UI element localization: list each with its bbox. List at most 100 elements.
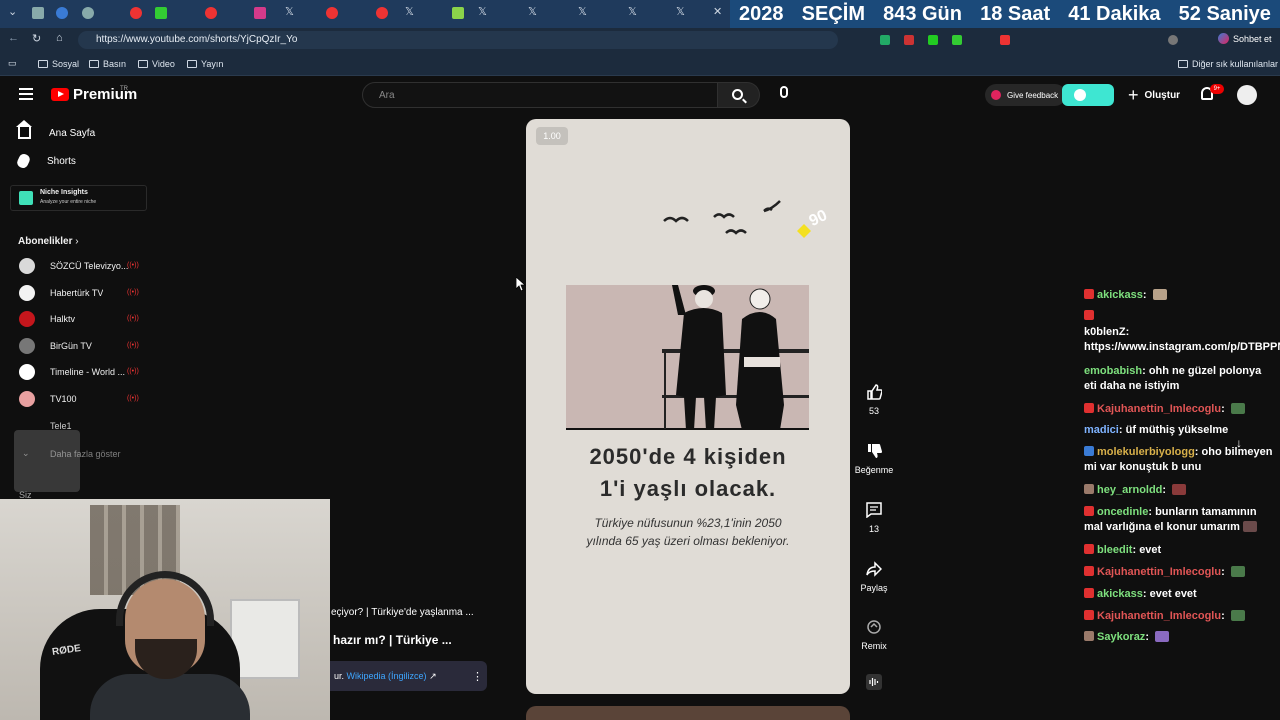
playback-speed-badge[interactable]: 1.00 xyxy=(536,127,568,145)
search-button[interactable] xyxy=(718,82,760,108)
wikipedia-link[interactable]: Wikipedia (İngilizce) xyxy=(347,671,427,681)
back-icon[interactable]: ← xyxy=(8,32,19,44)
give-feedback-button[interactable]: Give feedback xyxy=(985,84,1067,106)
niche-insights-widget[interactable]: Niche Insights Analyze your entire niche xyxy=(10,185,147,211)
bookmark-yayin[interactable]: Yayın xyxy=(187,59,223,69)
x-tab-icon[interactable]: 𝕏 xyxy=(528,5,537,18)
create-label: Oluştur xyxy=(1144,89,1181,101)
sidebar-channel[interactable]: BirGün TV ((•)) xyxy=(19,338,149,356)
extension-icon[interactable] xyxy=(952,35,962,45)
remix-button[interactable]: Remix xyxy=(852,619,896,651)
webcam-overlay: RØDE xyxy=(0,499,330,720)
more-options-icon[interactable]: ⋮ xyxy=(472,670,483,683)
extension-toggle[interactable] xyxy=(1062,84,1114,106)
tab-icon[interactable] xyxy=(155,7,167,19)
chat-message: oncedinle: bunların tamamının mal varlığ… xyxy=(1084,505,1276,535)
extension-icon[interactable] xyxy=(928,35,938,45)
tab-icon[interactable] xyxy=(452,7,464,19)
chat-separator: : xyxy=(1118,424,1126,436)
chat-username[interactable]: Saykoraz xyxy=(1097,631,1145,643)
sidebar-item-home[interactable]: Ana Sayfa xyxy=(16,120,95,139)
chat-username[interactable]: hey_arnoldd xyxy=(1097,484,1162,496)
other-bookmarks[interactable]: Diğer sık kullanılanlar xyxy=(1178,59,1278,69)
tab-icon[interactable] xyxy=(205,7,217,19)
sidebar-item-shorts[interactable]: Shorts xyxy=(15,152,76,170)
bookmark-basin[interactable]: Basın xyxy=(89,59,126,69)
dislike-button[interactable]: Beğenme xyxy=(852,443,896,475)
wikipedia-info-panel[interactable]: ur. Wikipedia (İngilizce) ↗ xyxy=(330,661,487,691)
channel-avatar xyxy=(19,391,35,407)
x-tab-icon[interactable]: 𝕏 xyxy=(676,5,685,18)
reload-icon[interactable]: ↻ xyxy=(32,32,41,45)
chat-username[interactable]: akickass xyxy=(1097,289,1143,301)
sidebar-channel[interactable]: Timeline - World ... ((•)) xyxy=(19,364,149,382)
sidebar-channel[interactable]: SÖZCÜ Televizyo... ((•)) xyxy=(19,258,149,276)
x-tab-icon[interactable]: 𝕏 xyxy=(628,5,637,18)
extension-icon[interactable] xyxy=(904,35,914,45)
tab-icon[interactable] xyxy=(130,7,142,19)
shorts-video-player[interactable]: 1.00 90 2050'de 4 kişiden 1'i yaşlı olac… xyxy=(526,119,850,694)
sidebar-channel[interactable]: Halktv ((•)) xyxy=(19,311,149,329)
chat-username[interactable]: bleedit xyxy=(1097,544,1132,556)
extension-icon[interactable] xyxy=(1000,35,1010,45)
x-tab-icon[interactable]: 𝕏 xyxy=(405,5,414,18)
folder-icon xyxy=(138,60,148,68)
x-tab-icon[interactable]: 𝕏 xyxy=(478,5,487,18)
subscriptions-heading[interactable]: Abonelikler › xyxy=(18,236,79,247)
tab-icon[interactable] xyxy=(376,7,388,19)
chat-username[interactable]: k0blenZ xyxy=(1084,326,1126,338)
folder-icon xyxy=(1178,60,1188,68)
sidebar-channel[interactable]: Habertürk TV ((•)) xyxy=(19,285,149,303)
chat-username[interactable]: Kajuhanettin_Imlecoglu xyxy=(1097,566,1221,578)
bookmark-sosyal[interactable]: Sosyal xyxy=(38,59,79,69)
home-icon[interactable]: ⌂ xyxy=(56,32,63,44)
related-video-heading[interactable]: hazır mı? | Türkiye ... xyxy=(333,633,452,647)
chat-username[interactable]: Kajuhanettin_Imlecoglu xyxy=(1097,610,1221,622)
chat-username[interactable]: oncedinle xyxy=(1097,506,1148,518)
sidebar-channel[interactable]: TV100 ((•)) xyxy=(19,391,149,409)
tab-icon[interactable] xyxy=(32,7,44,19)
bookmark-video[interactable]: Video xyxy=(138,59,175,69)
sticker-text: 90 xyxy=(807,207,830,230)
profile-icon[interactable] xyxy=(1168,35,1178,45)
like-button[interactable]: 53 xyxy=(852,384,896,416)
other-bookmarks-label: Diğer sık kullanılanlar xyxy=(1192,59,1279,69)
menu-icon[interactable] xyxy=(19,88,33,100)
live-indicator-icon: ((•)) xyxy=(127,289,139,296)
close-tab-icon[interactable]: ✕ xyxy=(713,5,722,18)
copilot-chat-button[interactable]: Sohbet et xyxy=(1218,33,1272,44)
channel-name: Halktv xyxy=(50,314,76,324)
tab-icon[interactable] xyxy=(82,7,94,19)
chat-username[interactable]: emobabish xyxy=(1084,365,1142,377)
scroll-down-arrow-icon[interactable]: ↓ xyxy=(1236,436,1242,450)
external-link-icon: ↗ xyxy=(429,671,437,681)
share-button[interactable]: Paylaş xyxy=(852,561,896,593)
next-short-preview[interactable] xyxy=(526,706,850,720)
tab-menu-icon[interactable]: ⌄ xyxy=(8,5,17,18)
chat-username[interactable]: akickass xyxy=(1097,588,1143,600)
search-input[interactable]: Ara xyxy=(362,82,718,108)
related-video-title[interactable]: eçiyor? | Türkiye'de yaşlanma ... xyxy=(331,607,474,618)
chat-username[interactable]: madici xyxy=(1084,424,1119,436)
tab-icon[interactable] xyxy=(254,7,266,19)
create-button[interactable]: + Oluştur xyxy=(1128,84,1180,106)
bookmark-label: Video xyxy=(152,59,175,69)
chat-username[interactable]: molekulerbiyologg xyxy=(1097,446,1195,458)
tab-icon[interactable] xyxy=(56,7,68,19)
audio-button[interactable] xyxy=(852,674,896,696)
chat-emote-icon xyxy=(1230,403,1245,414)
remix-label: Remix xyxy=(861,641,887,651)
account-avatar[interactable] xyxy=(1237,85,1257,105)
comments-button[interactable]: 13 xyxy=(852,502,896,534)
microphone-icon[interactable] xyxy=(780,86,788,98)
tab-icon[interactable] xyxy=(326,7,338,19)
bookmark-label: Basın xyxy=(103,59,127,69)
show-more-button[interactable]: Daha fazla göster xyxy=(50,449,121,459)
extension-icon[interactable] xyxy=(880,35,890,45)
chat-username[interactable]: Kajuhanettin_Imlecoglu xyxy=(1097,403,1221,415)
x-tab-icon[interactable]: 𝕏 xyxy=(578,5,587,18)
comment-count: 13 xyxy=(868,524,879,534)
url-input[interactable]: https://www.youtube.com/shorts/YjCpQzIr_… xyxy=(78,31,838,49)
x-tab-icon[interactable]: 𝕏 xyxy=(285,5,294,18)
sidebar-toggle-icon[interactable]: ▭ xyxy=(8,58,17,69)
